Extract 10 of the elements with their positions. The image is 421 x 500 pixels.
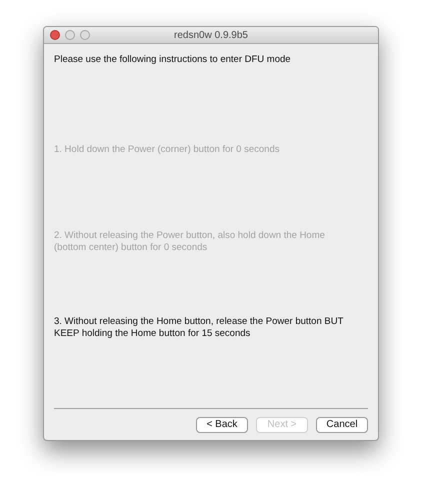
instruction-step: 1. Hold down the Power (corner) button for 0 seconds [54, 144, 350, 156]
window-title: redsn0w 0.9.9b5 [174, 28, 248, 42]
close-button[interactable] [50, 30, 60, 40]
zoom-button[interactable] [80, 30, 90, 40]
dialog-button[interactable]: Cancel [316, 417, 368, 433]
instruction-step: 3. Without releasing the Home button, release the Power button BUT KEEP holding the Home button for 15 seconds [54, 316, 350, 340]
minimize-button[interactable] [65, 30, 75, 40]
instruction-step: 2. Without releasing the Power button, also hold down the Home (bottom center) button for 0 seconds [54, 230, 350, 254]
heading-text: Please use the following instructions to enter DFU mode [54, 53, 292, 67]
dialog-button[interactable]: < Back [196, 417, 248, 433]
